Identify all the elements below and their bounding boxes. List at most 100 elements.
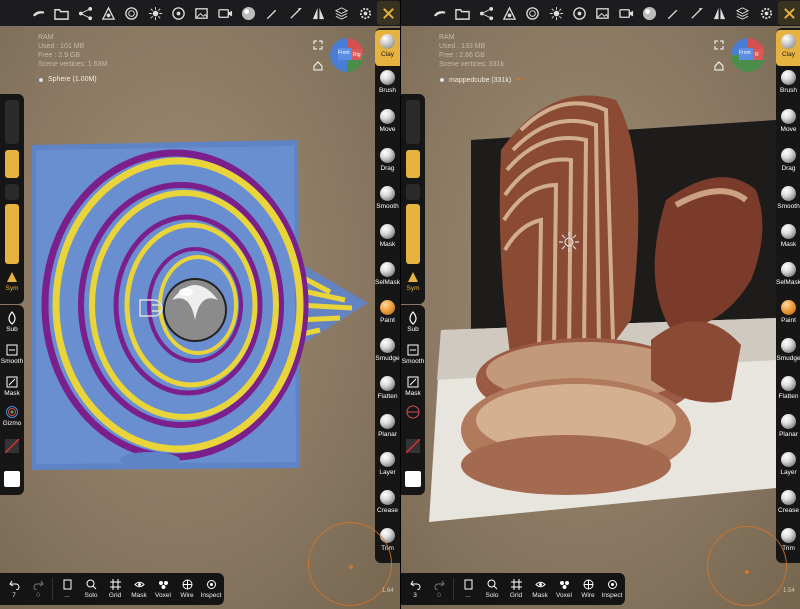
tool-drag[interactable]: Drag bbox=[375, 148, 400, 172]
color-swatch[interactable] bbox=[405, 471, 421, 487]
smooth-action-icon bbox=[407, 344, 419, 356]
viewport-scene[interactable] bbox=[401, 0, 776, 609]
radius-slider-track[interactable] bbox=[5, 100, 19, 144]
tool-label: Brush bbox=[379, 87, 396, 94]
file-icon bbox=[63, 579, 71, 590]
viewport-scene[interactable] bbox=[0, 0, 375, 609]
symmetry-button[interactable]: Sym bbox=[401, 270, 425, 292]
solo-label: Solo bbox=[84, 592, 98, 599]
tool-label: Layer bbox=[780, 469, 797, 476]
crease-icon bbox=[781, 490, 796, 505]
tools-icon[interactable] bbox=[777, 1, 800, 25]
voxel-button[interactable]: Voxel bbox=[552, 579, 576, 599]
subdivide-button[interactable]: Sub bbox=[0, 311, 24, 333]
tool-layer[interactable]: Layer bbox=[776, 452, 800, 476]
redo-button[interactable]: 0 bbox=[26, 579, 50, 599]
mask-action-icon bbox=[6, 376, 18, 388]
intensity-slider-fill[interactable] bbox=[5, 204, 19, 264]
zoom-value: 1.54 bbox=[783, 588, 795, 594]
layer-icon bbox=[380, 452, 395, 467]
radius-slider-track[interactable] bbox=[406, 100, 420, 144]
symmetry-button[interactable]: Sym bbox=[0, 270, 24, 292]
solo-button[interactable]: Solo bbox=[480, 579, 504, 599]
grid-label: Grid bbox=[108, 592, 122, 599]
color-swatch[interactable] bbox=[4, 471, 20, 487]
tool-move[interactable]: Move bbox=[776, 109, 800, 133]
tool-drag[interactable]: Drag bbox=[776, 148, 800, 172]
file-button[interactable]: ... bbox=[55, 579, 79, 599]
tool-label: Clay bbox=[781, 51, 795, 58]
tool-label: Planar bbox=[779, 431, 798, 438]
grid-icon bbox=[510, 579, 522, 590]
tool-mask[interactable]: Mask bbox=[776, 224, 800, 248]
tool-smooth[interactable]: Smooth bbox=[776, 186, 800, 210]
inspect-button[interactable]: Inspect bbox=[199, 579, 223, 599]
gizmo-button[interactable]: Gizmo bbox=[0, 405, 24, 427]
tool-selmask[interactable]: SelMask bbox=[776, 262, 800, 286]
tool-label: Move bbox=[379, 126, 396, 133]
tool-clay[interactable]: Clay bbox=[776, 30, 800, 66]
tool-flatten[interactable]: Flatten bbox=[375, 376, 400, 400]
tool-label: Smudge bbox=[375, 355, 400, 362]
no-color-icon[interactable] bbox=[406, 439, 420, 453]
file-button[interactable]: ... bbox=[456, 579, 480, 599]
tool-smudge[interactable]: Smudge bbox=[375, 338, 400, 362]
undo-button[interactable]: 3 bbox=[403, 579, 427, 599]
paint-icon bbox=[380, 300, 395, 315]
grid-button[interactable]: Grid bbox=[103, 579, 127, 599]
tool-smooth[interactable]: Smooth bbox=[375, 186, 400, 210]
tool-brush[interactable]: Brush bbox=[776, 70, 800, 94]
radius-slider-fill[interactable] bbox=[5, 150, 19, 178]
grid-button[interactable]: Grid bbox=[504, 579, 528, 599]
tool-mask[interactable]: Mask bbox=[375, 224, 400, 248]
mask-action-button[interactable]: Mask bbox=[0, 375, 24, 397]
tool-selmask[interactable]: SelMask bbox=[375, 262, 400, 286]
wire-label: Wire bbox=[180, 592, 194, 599]
smooth-action-button[interactable]: Smooth bbox=[0, 343, 24, 365]
tool-smudge[interactable]: Smudge bbox=[776, 338, 800, 362]
mask-toggle-button[interactable]: Mask bbox=[127, 579, 151, 599]
mask-icon bbox=[380, 224, 395, 239]
tools-icon[interactable] bbox=[376, 1, 400, 25]
tool-layer[interactable]: Layer bbox=[375, 452, 400, 476]
roughness-icon[interactable] bbox=[406, 405, 420, 419]
intensity-slider-track[interactable] bbox=[5, 184, 19, 200]
inspect-button[interactable]: Inspect bbox=[600, 579, 624, 599]
wireframe-icon bbox=[182, 579, 192, 590]
tool-brush[interactable]: Brush bbox=[375, 70, 400, 94]
smooth-action-button[interactable]: Smooth bbox=[401, 343, 425, 365]
left-panel-actions: Sub Smooth Mask Gizmo bbox=[0, 305, 24, 495]
brush-tool-icon bbox=[781, 70, 796, 85]
mask-action-button[interactable]: Mask bbox=[401, 375, 425, 397]
left-panel-actions: Sub Smooth Mask bbox=[401, 305, 425, 495]
subdivide-button[interactable]: Sub bbox=[401, 311, 425, 333]
paint-icon bbox=[781, 300, 796, 315]
planar-icon bbox=[781, 414, 796, 429]
tool-crease[interactable]: Crease bbox=[776, 490, 800, 514]
redo-icon bbox=[33, 580, 44, 590]
tool-clay[interactable]: Clay bbox=[375, 30, 400, 66]
tool-label: Flatten bbox=[778, 393, 799, 400]
intensity-slider-track[interactable] bbox=[406, 184, 420, 200]
wire-button[interactable]: Wire bbox=[175, 579, 199, 599]
smooth-label: Smooth bbox=[401, 358, 425, 365]
brush-center-dot bbox=[745, 570, 749, 574]
tool-paint[interactable]: Paint bbox=[776, 300, 800, 324]
tool-move[interactable]: Move bbox=[375, 109, 400, 133]
tool-crease[interactable]: Crease bbox=[375, 490, 400, 514]
intensity-slider-fill[interactable] bbox=[406, 204, 420, 264]
solo-button[interactable]: Solo bbox=[79, 579, 103, 599]
tool-planar[interactable]: Planar bbox=[776, 414, 800, 438]
tool-flatten[interactable]: Flatten bbox=[776, 376, 800, 400]
solo-label: Solo bbox=[485, 592, 499, 599]
wire-button[interactable]: Wire bbox=[576, 579, 600, 599]
mask-toggle-label: Mask bbox=[532, 592, 548, 599]
radius-slider-fill[interactable] bbox=[406, 150, 420, 178]
undo-button[interactable]: 7 bbox=[2, 579, 26, 599]
tool-planar[interactable]: Planar bbox=[375, 414, 400, 438]
voxel-button[interactable]: Voxel bbox=[151, 579, 175, 599]
no-color-icon[interactable] bbox=[5, 439, 19, 453]
mask-toggle-button[interactable]: Mask bbox=[528, 579, 552, 599]
redo-button[interactable]: 0 bbox=[427, 579, 451, 599]
tool-paint[interactable]: Paint bbox=[375, 300, 400, 324]
